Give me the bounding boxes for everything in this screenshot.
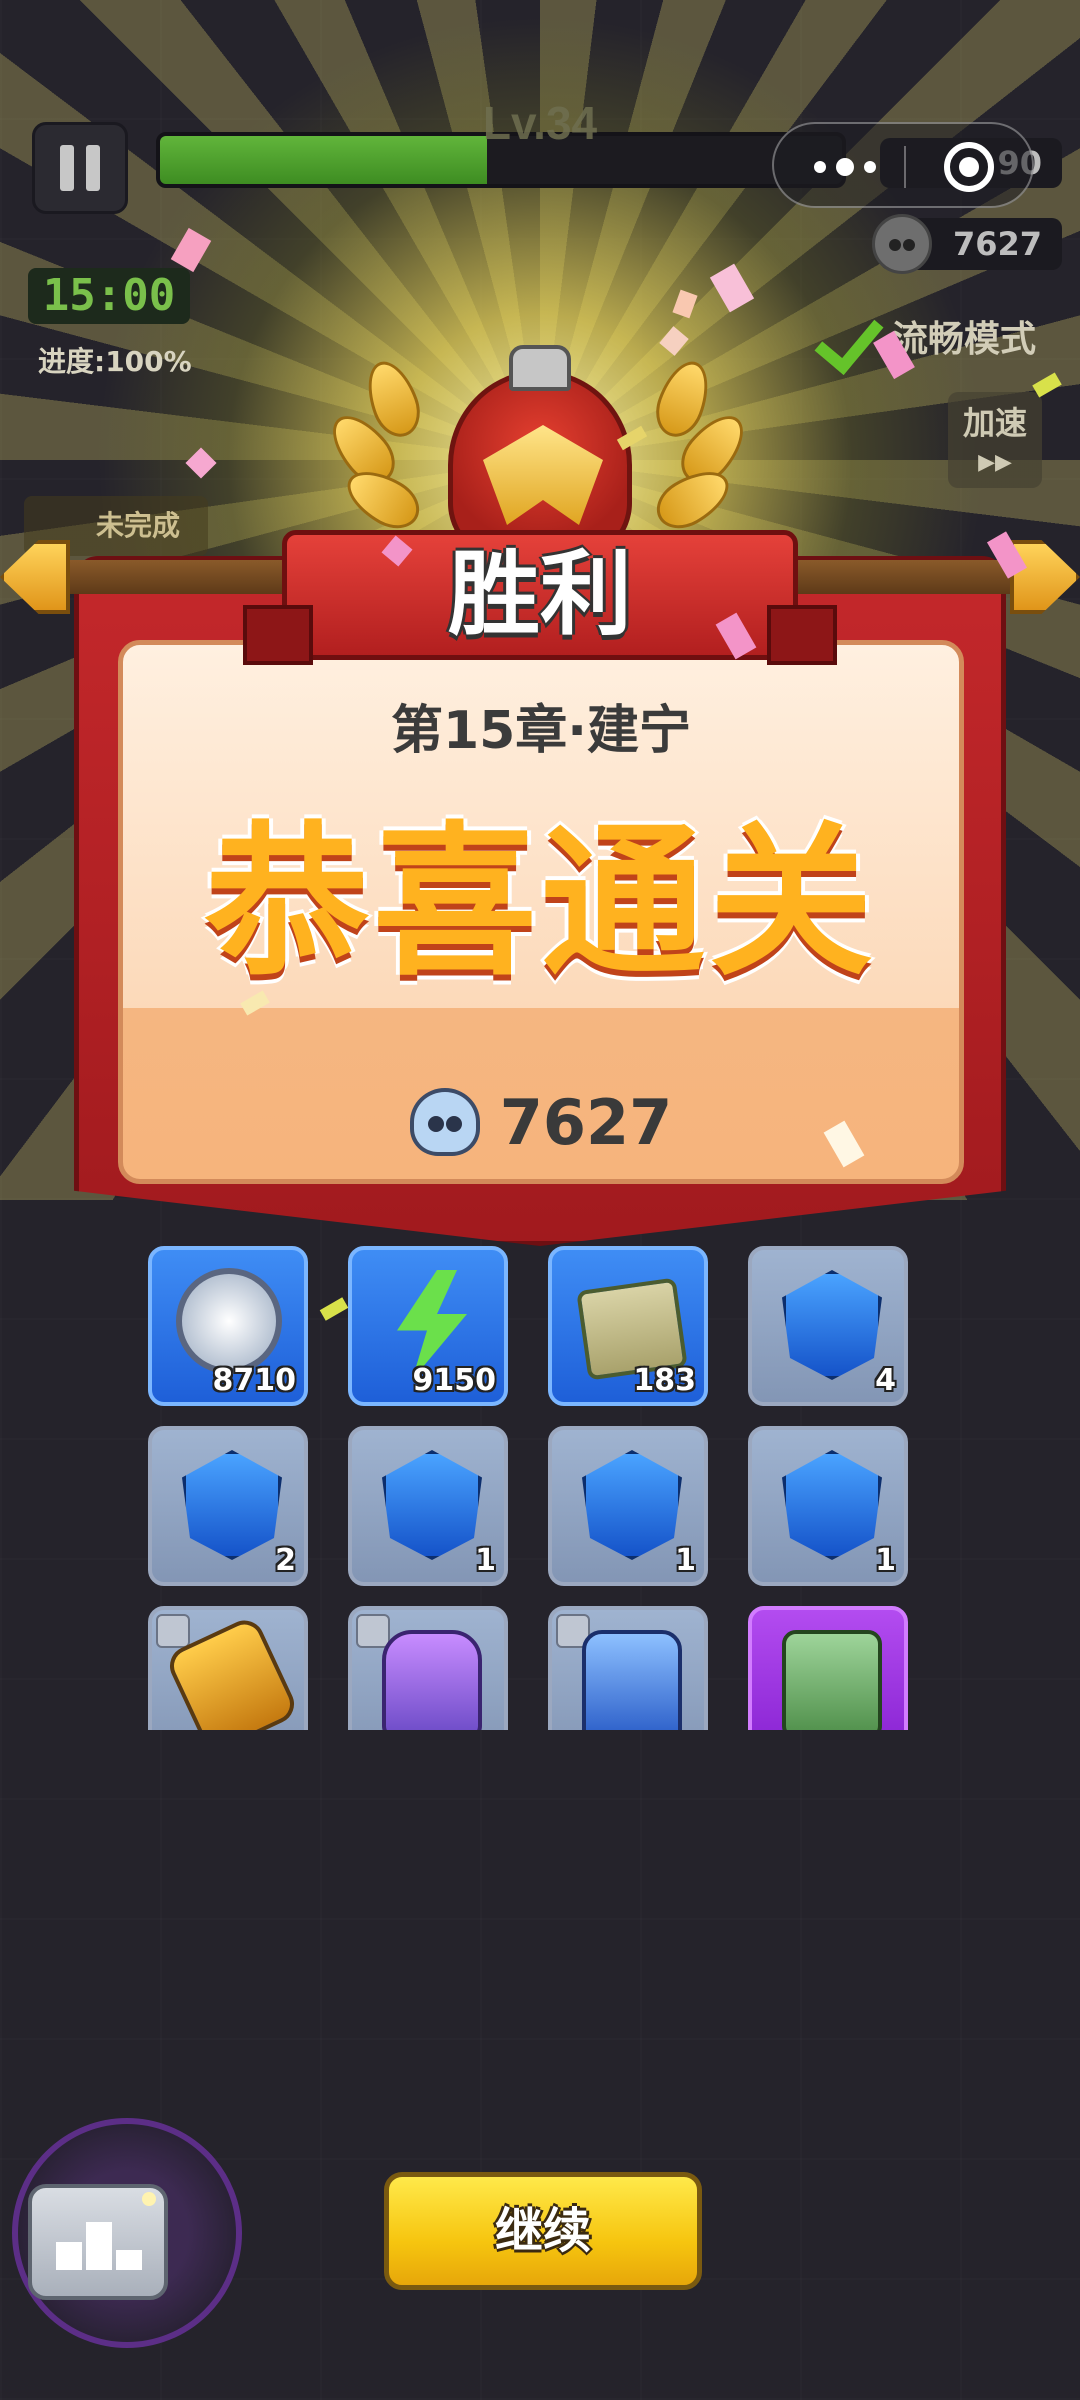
robe-icon [582,1630,682,1730]
reward-tile[interactable] [748,1606,908,1730]
reward-tile[interactable]: 1 [348,1426,508,1586]
checkmark-icon [820,314,886,358]
reward-tile[interactable]: 183 [548,1246,708,1406]
reward-tile[interactable] [148,1606,308,1730]
rewards-grid: 8710 9150 183 4 2 1 1 1 [140,1240,920,1730]
reward-tile[interactable] [348,1606,508,1730]
reward-tile[interactable]: 2 [148,1426,308,1586]
medal-gem-icon [182,1450,282,1560]
pause-button[interactable] [32,122,128,214]
jade-turtle-seal-icon [782,1630,882,1730]
continue-button[interactable]: 继续 [384,2172,702,2290]
mini-program-capsule [772,122,1034,208]
reward-tile[interactable] [548,1606,708,1730]
more-menu-button[interactable] [814,152,904,182]
reward-tile[interactable]: 1 [748,1426,908,1586]
reward-tile[interactable]: 8710 [148,1246,308,1406]
reward-tile[interactable]: 4 [748,1246,908,1406]
pause-icon [60,145,74,191]
reward-tile[interactable]: 1 [548,1426,708,1586]
skull-icon [872,214,932,274]
laurel-right-icon [630,354,756,540]
stage-timer: 15:00 [28,268,190,324]
progress-text: 进度:100% [38,345,192,378]
reward-tile[interactable]: 9150 [348,1246,508,1406]
skull-icon [409,1088,480,1156]
smooth-mode-toggle[interactable]: 流畅模式 [820,310,1036,362]
chapter-title: 第15章·建宁 [390,701,692,761]
scroll-gem-icon [782,1450,882,1560]
boot-gem-icon [382,1450,482,1560]
speed-up-button[interactable]: 加速 ▶▶ [948,392,1042,488]
podium-icon [86,2222,112,2270]
equipment-badge-icon [356,1614,390,1648]
victory-title: 胜利 [447,541,632,648]
silver-coin-icon [176,1268,282,1374]
armor-icon [382,1630,482,1730]
notification-dot [142,2192,156,2206]
level-label: Lv.34 [482,97,598,149]
laurel-left-icon [320,354,450,540]
helmet-gem-icon [782,1270,882,1380]
close-miniprogram-icon[interactable] [944,142,994,192]
sword-gem-icon [582,1450,682,1560]
equipment-badge-icon [156,1614,190,1648]
congrats-headline: 恭喜通关 [204,807,877,998]
kills-value: 7627 [499,1085,673,1159]
